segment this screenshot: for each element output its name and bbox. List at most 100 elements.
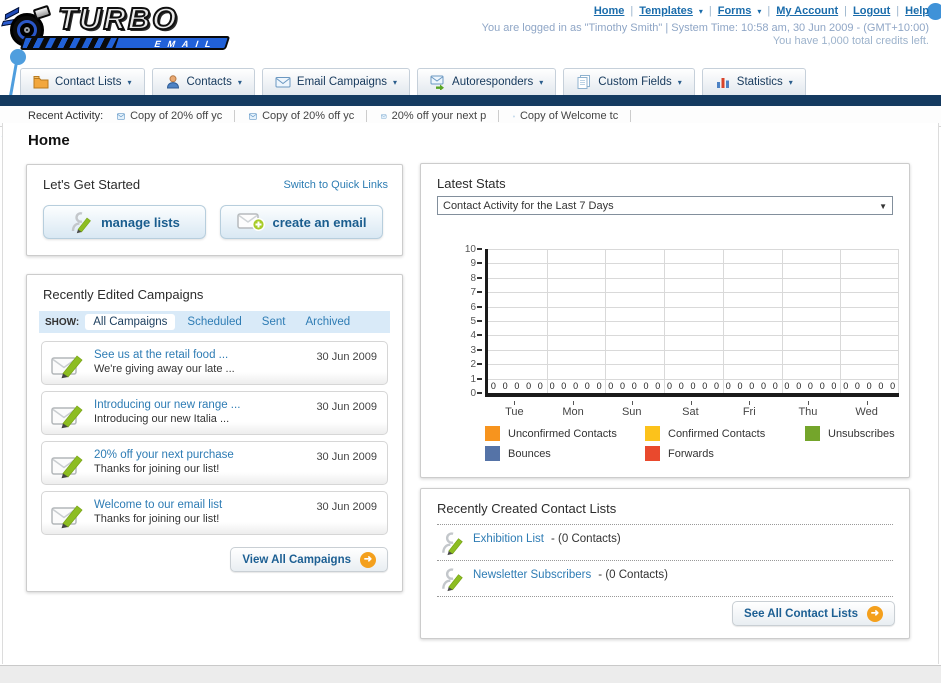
- nav-tab-statistics[interactable]: Statistics ▾: [701, 68, 806, 95]
- link-help[interactable]: Help: [905, 5, 929, 17]
- chevron-down-icon: ▾: [127, 77, 132, 87]
- recent-activity-label: Recent Activity:: [28, 110, 104, 122]
- x-category-label: Fri: [742, 406, 756, 418]
- see-all-contact-lists-button[interactable]: See All Contact Lists ➜: [732, 601, 895, 626]
- campaign-filter[interactable]: Sent: [254, 314, 294, 330]
- campaign-row[interactable]: Introducing our new range ... Introducin…: [41, 391, 388, 435]
- campaign-filter[interactable]: Archived: [297, 314, 358, 330]
- get-started-title: Let's Get Started: [43, 177, 141, 192]
- link-separator: |: [896, 5, 900, 17]
- legend-label: Unconfirmed Contacts: [508, 427, 617, 440]
- legend-item: Confirmed Contacts: [645, 426, 805, 441]
- y-tick: [477, 276, 482, 279]
- campaign-filter[interactable]: All Campaigns: [85, 314, 176, 330]
- login-status-text: You are logged in as "Timothy Smith" | S…: [481, 22, 929, 34]
- recent-contact-lists-title: Recently Created Contact Lists: [437, 501, 617, 516]
- value-label: 0: [796, 381, 802, 391]
- x-tick: [631, 401, 633, 405]
- y-tick-label: 6: [470, 301, 476, 313]
- y-tick: [477, 291, 482, 294]
- envelope-pencil-icon: [51, 500, 87, 532]
- person-pencil-icon: [439, 566, 465, 595]
- contact-list-items: Exhibition List - (0 Contacts) Newslette…: [437, 525, 893, 597]
- link-forms[interactable]: Forms: [718, 5, 752, 17]
- envelope-pencil-icon: [51, 350, 87, 382]
- page-title: Home: [28, 132, 70, 149]
- value-label: 0: [807, 381, 813, 391]
- value-label: 0: [749, 381, 755, 391]
- x-tick: [690, 401, 692, 405]
- x-category-label: Sun: [621, 406, 642, 418]
- logo-word-turbo: TURBO: [57, 0, 179, 37]
- arrow-circle-icon: ➜: [360, 551, 376, 568]
- legend-swatch: [645, 446, 660, 461]
- y-tick-label: 4: [470, 330, 476, 342]
- contact-list-name-link[interactable]: Exhibition List: [473, 533, 544, 545]
- main-nav: Contact Lists ▾ Contacts ▾ Email Campaigns…: [20, 68, 806, 95]
- h-gridline: [488, 364, 899, 366]
- h-gridline: [488, 335, 899, 337]
- value-label: 0: [608, 381, 614, 391]
- link-my-account[interactable]: My Account: [776, 5, 838, 17]
- nav-tab-label: Contact Lists: [55, 76, 122, 88]
- x-tick: [514, 401, 516, 405]
- y-tick: [477, 334, 482, 337]
- nav-divider-bar: [0, 95, 941, 106]
- latest-stats-panel: Latest Stats Contact Activity for the La…: [420, 163, 910, 478]
- campaign-filters: All Campaigns Scheduled Sent Archived: [85, 314, 358, 330]
- nav-tab-label: Statistics: [736, 76, 783, 88]
- value-label: 0: [878, 381, 884, 391]
- chart-plot: 00000000000000000000000000000000000: [485, 249, 899, 397]
- contact-list-name-link[interactable]: Newsletter Subscribers: [473, 569, 591, 581]
- envelope-icon: [381, 113, 387, 119]
- nav-tab-contact-lists[interactable]: Contact Lists ▾: [20, 68, 145, 95]
- view-all-campaigns-label: View All Campaigns: [242, 553, 351, 566]
- switch-quick-links[interactable]: Switch to Quick Links: [283, 179, 388, 191]
- v-gridline: [664, 249, 666, 393]
- y-tick-label: 3: [470, 344, 476, 356]
- link-separator: |: [767, 5, 771, 17]
- campaign-date: 30 Jun 2009: [316, 451, 377, 463]
- value-label: 0: [725, 381, 731, 391]
- y-tick-label: 2: [470, 359, 476, 371]
- chart-x-axis: Tue Mon Sun Sat Fri Thu Wed: [485, 401, 899, 421]
- nav-tab-custom-fields[interactable]: Custom Fields ▾: [563, 68, 695, 95]
- campaign-row[interactable]: See us at the retail food ... We're givi…: [41, 341, 388, 385]
- h-gridline: [488, 263, 899, 265]
- value-label: 0: [620, 381, 626, 391]
- manage-lists-button[interactable]: manage lists: [43, 205, 206, 239]
- stats-report-dropdown[interactable]: Contact Activity for the Last 7 Days ▼: [437, 196, 893, 215]
- view-all-campaigns-button[interactable]: View All Campaigns ➜: [230, 547, 388, 572]
- statistics-icon: [716, 78, 729, 88]
- nav-tab-autoresponders[interactable]: Autoresponders ▾: [417, 68, 557, 95]
- y-tick: [477, 377, 482, 380]
- manage-lists-label: manage lists: [101, 214, 180, 230]
- recent-activity-item[interactable]: 20% off your next p: [381, 110, 500, 122]
- get-started-panel: Let's Get Started Switch to Quick Links …: [26, 164, 403, 256]
- link-home[interactable]: Home: [594, 5, 625, 17]
- x-category-label: Sat: [682, 406, 699, 418]
- legend-item: Unsubscribes: [805, 426, 941, 441]
- campaign-date: 30 Jun 2009: [316, 401, 377, 413]
- recent-activity-item[interactable]: Copy of 20% off yc: [249, 110, 368, 122]
- link-logout[interactable]: Logout: [853, 5, 890, 17]
- contact-list-item[interactable]: Newsletter Subscribers - (0 Contacts): [437, 561, 893, 597]
- y-tick-label: 1: [470, 373, 476, 385]
- show-label: SHOW:: [45, 316, 80, 328]
- create-email-button[interactable]: create an email: [220, 205, 383, 239]
- create-email-label: create an email: [272, 214, 367, 230]
- nav-tab-email-campaigns[interactable]: Email Campaigns ▾: [261, 68, 411, 95]
- campaign-filter[interactable]: Scheduled: [179, 314, 249, 330]
- nav-tab-label: Autoresponders: [452, 76, 534, 88]
- value-label: 0: [690, 381, 696, 391]
- recent-activity-item[interactable]: Copy of 20% off yc: [117, 110, 236, 122]
- legend-label: Forwards: [668, 447, 714, 460]
- link-templates[interactable]: Templates: [639, 5, 693, 17]
- campaign-row[interactable]: 20% off your next purchase Thanks for jo…: [41, 441, 388, 485]
- campaign-row[interactable]: Welcome to our email list Thanks for joi…: [41, 491, 388, 535]
- legend-item: Forwards: [645, 446, 805, 461]
- person-pencil-icon: [71, 212, 92, 234]
- recent-activity-item[interactable]: Copy of Welcome tc: [513, 110, 632, 122]
- contact-list-item[interactable]: Exhibition List - (0 Contacts): [437, 525, 893, 561]
- nav-tab-contacts[interactable]: Contacts ▾: [151, 68, 255, 95]
